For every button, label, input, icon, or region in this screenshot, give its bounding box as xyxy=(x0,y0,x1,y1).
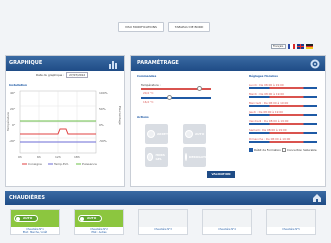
action-auto-label: AUTO xyxy=(195,132,205,136)
boiler-card-status: AUTO xyxy=(75,210,123,227)
boiler-card[interactable]: Chaudière N°4 xyxy=(202,209,252,235)
x-tick-2: 12h xyxy=(55,155,61,159)
option-a-checkbox[interactable] xyxy=(249,148,253,152)
language-bar: Français xyxy=(271,44,313,50)
settings-panel: PARAMÉTRAGE Commandes Température : 20,0… xyxy=(130,55,326,187)
schedule-row: Mercredi : De 08:00 à 19:00 xyxy=(249,101,319,110)
boiler-card-label: Chaudière N°5 xyxy=(282,228,300,231)
schedule-slider[interactable] xyxy=(249,87,317,89)
bar-chart-icon xyxy=(109,61,117,69)
y-right-tick-1: 50% xyxy=(99,107,106,111)
graph-date-label: Date du graphique : xyxy=(36,73,65,77)
x-tick-3: 18h xyxy=(74,155,80,159)
y-left-title: Température xyxy=(6,112,10,132)
gear-icon xyxy=(310,59,320,69)
schedule-list: Lundi : De 08:00 à 19:00 Mardi : De 08:00… xyxy=(249,83,319,146)
boiler-card[interactable]: Chaudière N°5 xyxy=(266,209,316,235)
schedule-slider[interactable] xyxy=(249,105,317,107)
setpoint-handle-1[interactable] xyxy=(197,86,202,91)
graph-panel: GRAPHIQUE Date du graphique : 27/07/2012… xyxy=(5,55,125,187)
boiler-card-label: Chaudière N°4 xyxy=(218,228,236,231)
boiler-card-status: AUTO xyxy=(11,210,59,227)
y-right-tick-0: 100% xyxy=(99,91,108,95)
boiler-card-sublabel: Etat : Autres xyxy=(91,231,107,234)
boiler-auto-button[interactable]: AUTO xyxy=(14,215,38,222)
boilers-title: CHAUDIÈRES xyxy=(9,195,45,201)
settings-header: PARAMÉTRAGE xyxy=(131,56,325,71)
graph-title: GRAPHIQUE xyxy=(9,60,43,66)
boiler-card[interactable]: AUTO Chaudière N°1 Etat : Marche / Arrêt xyxy=(10,209,60,235)
boiler-card-sublabel: Etat : Marche / Arrêt xyxy=(22,231,48,234)
validate-button[interactable]: VALIDATION xyxy=(207,171,235,178)
home-icon[interactable] xyxy=(312,193,322,203)
schedule-row: Dimanche : De 08:00 à 19:00 xyxy=(249,137,319,146)
option-b-checkbox[interactable] xyxy=(282,148,286,152)
page: { "nav": { "visualization": "VISU MODIFI… xyxy=(0,0,331,243)
schedule-slider[interactable] xyxy=(249,141,317,143)
y-right-title: Pourcentage xyxy=(118,106,122,125)
y-left-tick-0: 40° xyxy=(10,91,16,95)
schedule-row: Lundi : De 08:00 à 19:00 xyxy=(249,83,319,92)
boiler-card[interactable]: Chaudière N°3 xyxy=(138,209,188,235)
schedule-row: Vendredi : De 08:00 à 19:00 xyxy=(249,119,319,128)
boiler-card-status xyxy=(139,210,187,227)
boiler-card-label: Chaudière N°3 xyxy=(154,228,172,231)
graph-date-input[interactable]: 27/07/2012 xyxy=(66,72,89,78)
boiler-card[interactable]: AUTO Chaudière N°2 Etat : Autres xyxy=(74,209,124,235)
schedule-slider[interactable] xyxy=(249,123,317,125)
legend-consigne: Consigne xyxy=(28,162,42,166)
schedule-row: Mardi : De 08:00 à 19:00 xyxy=(249,92,319,101)
schedule-slider[interactable] xyxy=(249,132,317,134)
y-left-tick-3: -20° xyxy=(9,139,16,143)
setpoint-value-2: 16,0 °C xyxy=(143,100,154,104)
boiler-card-status xyxy=(203,210,251,227)
y-right-tick-2: 0% xyxy=(99,123,104,127)
schedule-slider[interactable] xyxy=(249,96,317,98)
de-flag-icon[interactable] xyxy=(306,44,313,50)
x-tick-0: 0h xyxy=(18,155,22,159)
action-frost-label: HORS GEL xyxy=(155,153,165,161)
actions-title: Actions xyxy=(137,115,149,119)
nav-dashboard[interactable]: TABLEAU DE BORD xyxy=(167,22,211,32)
setpoint-value-1: 20,0 °C xyxy=(143,91,154,95)
snowflake-icon xyxy=(147,153,154,161)
hours-title: Réglages Horaires xyxy=(249,74,278,78)
y-right-tick-3: -50% xyxy=(99,139,107,143)
boiler-auto-button[interactable]: AUTO xyxy=(78,215,102,222)
y-left-tick-1: 20° xyxy=(10,107,16,111)
y-left-tick-2: 0° xyxy=(12,123,16,127)
legend-temp: Temp.Ext. xyxy=(53,162,69,166)
commands-title: Commandes xyxy=(137,74,157,78)
nav-visualization[interactable]: VISU MODIFICATIONS xyxy=(118,22,164,32)
boilers-header: CHAUDIÈRES xyxy=(5,191,326,205)
action-override-label: DEROGATION xyxy=(189,155,212,159)
setpoint-label: Température : xyxy=(141,83,161,87)
power-icon xyxy=(147,130,155,138)
option-a-label: Débit de Formation xyxy=(254,148,281,152)
action-override-button[interactable]: DEROGATION xyxy=(183,147,211,167)
language-select[interactable]: Français xyxy=(271,44,286,49)
gb-flag-icon[interactable] xyxy=(297,44,304,49)
action-auto-button[interactable]: AUTO xyxy=(183,124,206,144)
legend-puissance: Puissance xyxy=(82,162,97,166)
boiler-card-status xyxy=(267,210,315,227)
action-stop-label: ARRET xyxy=(156,132,168,136)
fr-flag-icon[interactable] xyxy=(288,44,295,49)
top-nav: VISU MODIFICATIONS TABLEAU DE BORD xyxy=(118,22,211,32)
schedule-row: Samedi : De 08:00 à 19:00 xyxy=(249,128,319,137)
settings-title: PARAMÉTRAGE xyxy=(137,60,179,66)
graph-header: GRAPHIQUE xyxy=(6,56,124,71)
action-frost-button[interactable]: HORS GEL xyxy=(145,147,168,167)
setpoint-slider-2[interactable] xyxy=(141,97,211,99)
setpoint-handle-2[interactable] xyxy=(167,95,172,100)
option-b-label: Concertion Saturable xyxy=(287,148,317,152)
play-icon xyxy=(185,130,193,138)
temperature-chart: 40° 20° 0° -20° 100% 50% 0% -50% Tempéra… xyxy=(6,90,122,166)
action-stop-button[interactable]: ARRET xyxy=(145,124,168,144)
schedule-slider[interactable] xyxy=(249,114,317,116)
schedule-row: Jeudi : De 08:00 à 19:00 xyxy=(249,110,319,119)
hand-icon xyxy=(185,153,187,161)
x-tick-1: 6h xyxy=(37,155,41,159)
